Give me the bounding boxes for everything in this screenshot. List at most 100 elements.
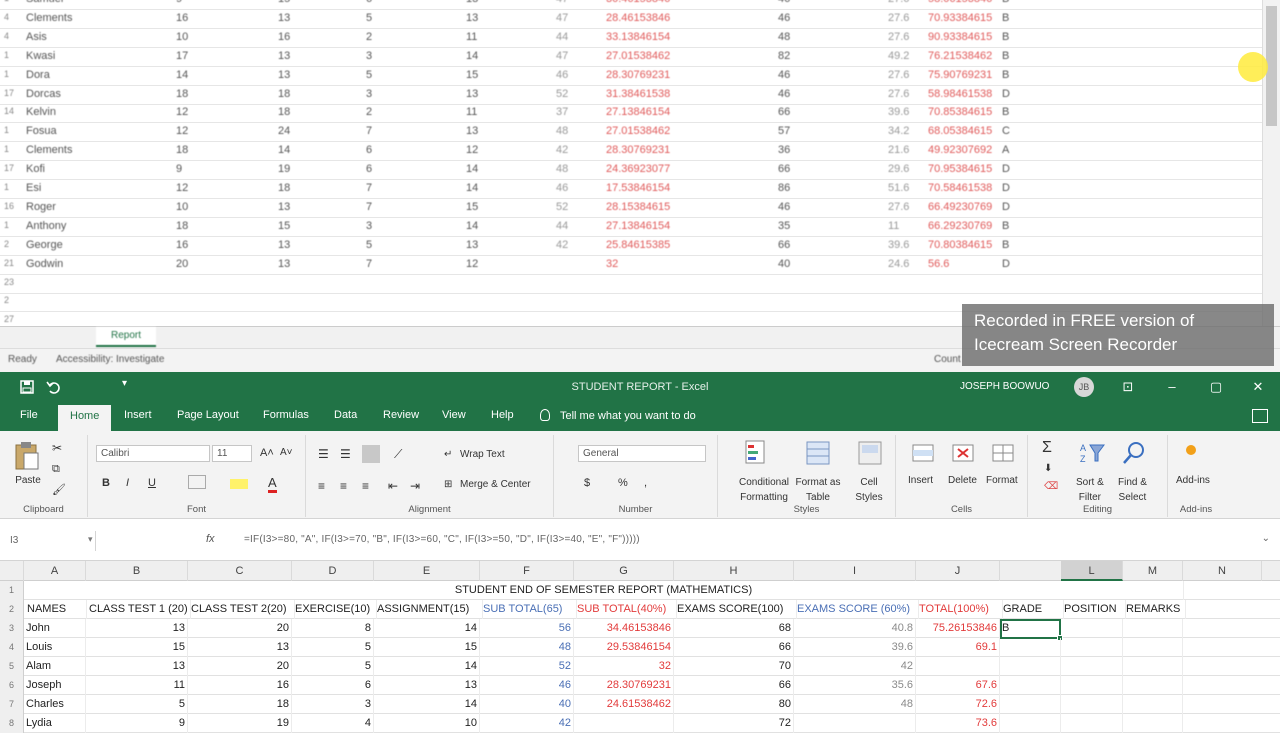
cut-icon[interactable]: ✂ — [52, 441, 62, 455]
cell-grade[interactable] — [1000, 657, 1061, 676]
cell-es[interactable]: 66 — [674, 638, 794, 657]
row-header[interactable]: 4 — [0, 638, 24, 657]
find-select-icon[interactable] — [1122, 441, 1146, 465]
tell-me-search[interactable]: Tell me what you want to do — [540, 409, 696, 422]
cell-ex[interactable]: 8 — [292, 619, 374, 638]
decrease-font-icon[interactable]: A˅ — [280, 447, 293, 458]
format-painter-icon[interactable]: 🖌 — [52, 483, 66, 496]
align-left-icon[interactable]: ≡ — [318, 479, 325, 493]
fill-color-icon[interactable] — [230, 479, 248, 489]
cell-name[interactable]: Louis — [24, 638, 86, 657]
orientation-icon[interactable]: ⟋ — [394, 447, 402, 462]
cell-position[interactable] — [1061, 619, 1123, 638]
delete-cells-button[interactable]: Delete — [948, 475, 977, 486]
autosum-icon[interactable]: Σ — [1042, 439, 1052, 457]
cell-st[interactable]: 52 — [480, 657, 574, 676]
cell-grade[interactable] — [1000, 695, 1061, 714]
name-box-dropdown-icon[interactable]: ▾ — [88, 534, 93, 545]
column-header[interactable]: F — [480, 561, 574, 581]
cell-name[interactable]: Alam — [24, 657, 86, 676]
cell-ct2[interactable]: 18 — [188, 695, 292, 714]
wrap-text-button[interactable]: Wrap Text — [460, 449, 505, 460]
top-align-icon[interactable]: ☰ — [318, 447, 329, 461]
sheet-tab-report[interactable]: Report — [96, 327, 156, 347]
middle-align-icon[interactable]: ☰ — [340, 447, 351, 461]
active-cell-selection[interactable] — [1000, 619, 1063, 641]
column-header[interactable]: B — [86, 561, 188, 581]
cell-grade[interactable] — [1000, 714, 1061, 733]
cell-ct2[interactable]: 20 — [188, 657, 292, 676]
cell-st40[interactable]: 24.61538462 — [574, 695, 674, 714]
report-title[interactable]: STUDENT END OF SEMESTER REPORT (MATHEMAT… — [24, 581, 1184, 600]
background-vertical-scrollbar[interactable] — [1262, 0, 1280, 326]
status-accessibility[interactable]: Accessibility: Investigate — [56, 354, 164, 365]
row-header[interactable]: 2 — [0, 600, 24, 619]
column-header[interactable]: G — [574, 561, 674, 581]
cell-grade[interactable] — [1000, 676, 1061, 695]
cell-as[interactable]: 14 — [374, 619, 480, 638]
column-header[interactable]: E — [374, 561, 480, 581]
cell-ct1[interactable]: 13 — [86, 619, 188, 638]
column-header[interactable]: M — [1123, 561, 1183, 581]
bold-button[interactable]: B — [102, 477, 110, 489]
cell-ex[interactable]: 4 — [292, 714, 374, 733]
font-color-icon[interactable]: A — [268, 475, 277, 493]
cell-es[interactable]: 80 — [674, 695, 794, 714]
insert-cells-icon[interactable] — [912, 441, 936, 465]
format-cells-icon[interactable] — [992, 441, 1016, 465]
align-center-icon[interactable]: ≡ — [340, 479, 347, 493]
cell-es[interactable]: 66 — [674, 676, 794, 695]
cell-ct1[interactable]: 15 — [86, 638, 188, 657]
column-title[interactable]: REMARKS — [1124, 600, 1186, 619]
cell-es60[interactable]: 35.6 — [794, 676, 916, 695]
increase-indent-icon[interactable]: ⇥ — [410, 479, 420, 493]
increase-font-icon[interactable]: A˄ — [260, 447, 274, 459]
column-title[interactable]: SUB TOTAL(65) — [481, 600, 577, 619]
addins-icon[interactable] — [1186, 445, 1196, 455]
column-title[interactable]: CLASS TEST 1 (20) — [87, 600, 191, 619]
number-format-box[interactable]: General — [578, 445, 706, 462]
cell-es60[interactable]: 48 — [794, 695, 916, 714]
cell-grade[interactable] — [1000, 638, 1061, 657]
format-as-table-button[interactable]: Format as Table — [794, 475, 842, 505]
cell-name[interactable]: Lydia — [24, 714, 86, 733]
tab-file[interactable]: File — [20, 409, 38, 421]
cell-name[interactable]: Joseph — [24, 676, 86, 695]
cell-position[interactable] — [1061, 714, 1123, 733]
cell-st[interactable]: 40 — [480, 695, 574, 714]
cell-ex[interactable]: 5 — [292, 657, 374, 676]
insert-cells-button[interactable]: Insert — [908, 475, 933, 486]
tab-help[interactable]: Help — [491, 409, 514, 421]
cell-ex[interactable]: 5 — [292, 638, 374, 657]
cell-st40[interactable]: 32 — [574, 657, 674, 676]
cell-remarks[interactable] — [1123, 714, 1183, 733]
column-title[interactable]: EXAMS SCORE(100) — [675, 600, 797, 619]
cell-as[interactable]: 10 — [374, 714, 480, 733]
column-header[interactable]: I — [794, 561, 916, 581]
cell-position[interactable] — [1061, 695, 1123, 714]
cell-as[interactable]: 14 — [374, 657, 480, 676]
comments-icon[interactable] — [1252, 409, 1268, 423]
formula-input[interactable]: =IF(I3>=80, "A", IF(I3>=70, "B", IF(I3>=… — [244, 534, 640, 545]
column-header[interactable]: D — [292, 561, 374, 581]
cell-es[interactable]: 68 — [674, 619, 794, 638]
cell-ct2[interactable]: 16 — [188, 676, 292, 695]
tab-formulas[interactable]: Formulas — [263, 409, 309, 421]
column-header[interactable]: L — [1061, 561, 1123, 581]
minimize-button[interactable]: – — [1158, 376, 1186, 398]
font-size-box[interactable]: 11 — [212, 445, 252, 462]
cell-es[interactable]: 72 — [674, 714, 794, 733]
sort-filter-icon[interactable]: AZ — [1080, 441, 1106, 465]
cell-styles-icon[interactable] — [858, 441, 882, 465]
underline-button[interactable]: U — [148, 477, 156, 489]
tab-page-layout[interactable]: Page Layout — [177, 409, 239, 421]
cell-st40[interactable]: 28.30769231 — [574, 676, 674, 695]
cell-st[interactable]: 46 — [480, 676, 574, 695]
column-title[interactable]: POSITION — [1062, 600, 1126, 619]
save-icon[interactable] — [20, 380, 34, 394]
cell-st[interactable]: 42 — [480, 714, 574, 733]
row-header[interactable]: 6 — [0, 676, 24, 695]
borders-icon[interactable] — [188, 475, 206, 489]
column-title[interactable]: SUB TOTAL(40%) — [575, 600, 677, 619]
cell-remarks[interactable] — [1123, 619, 1183, 638]
